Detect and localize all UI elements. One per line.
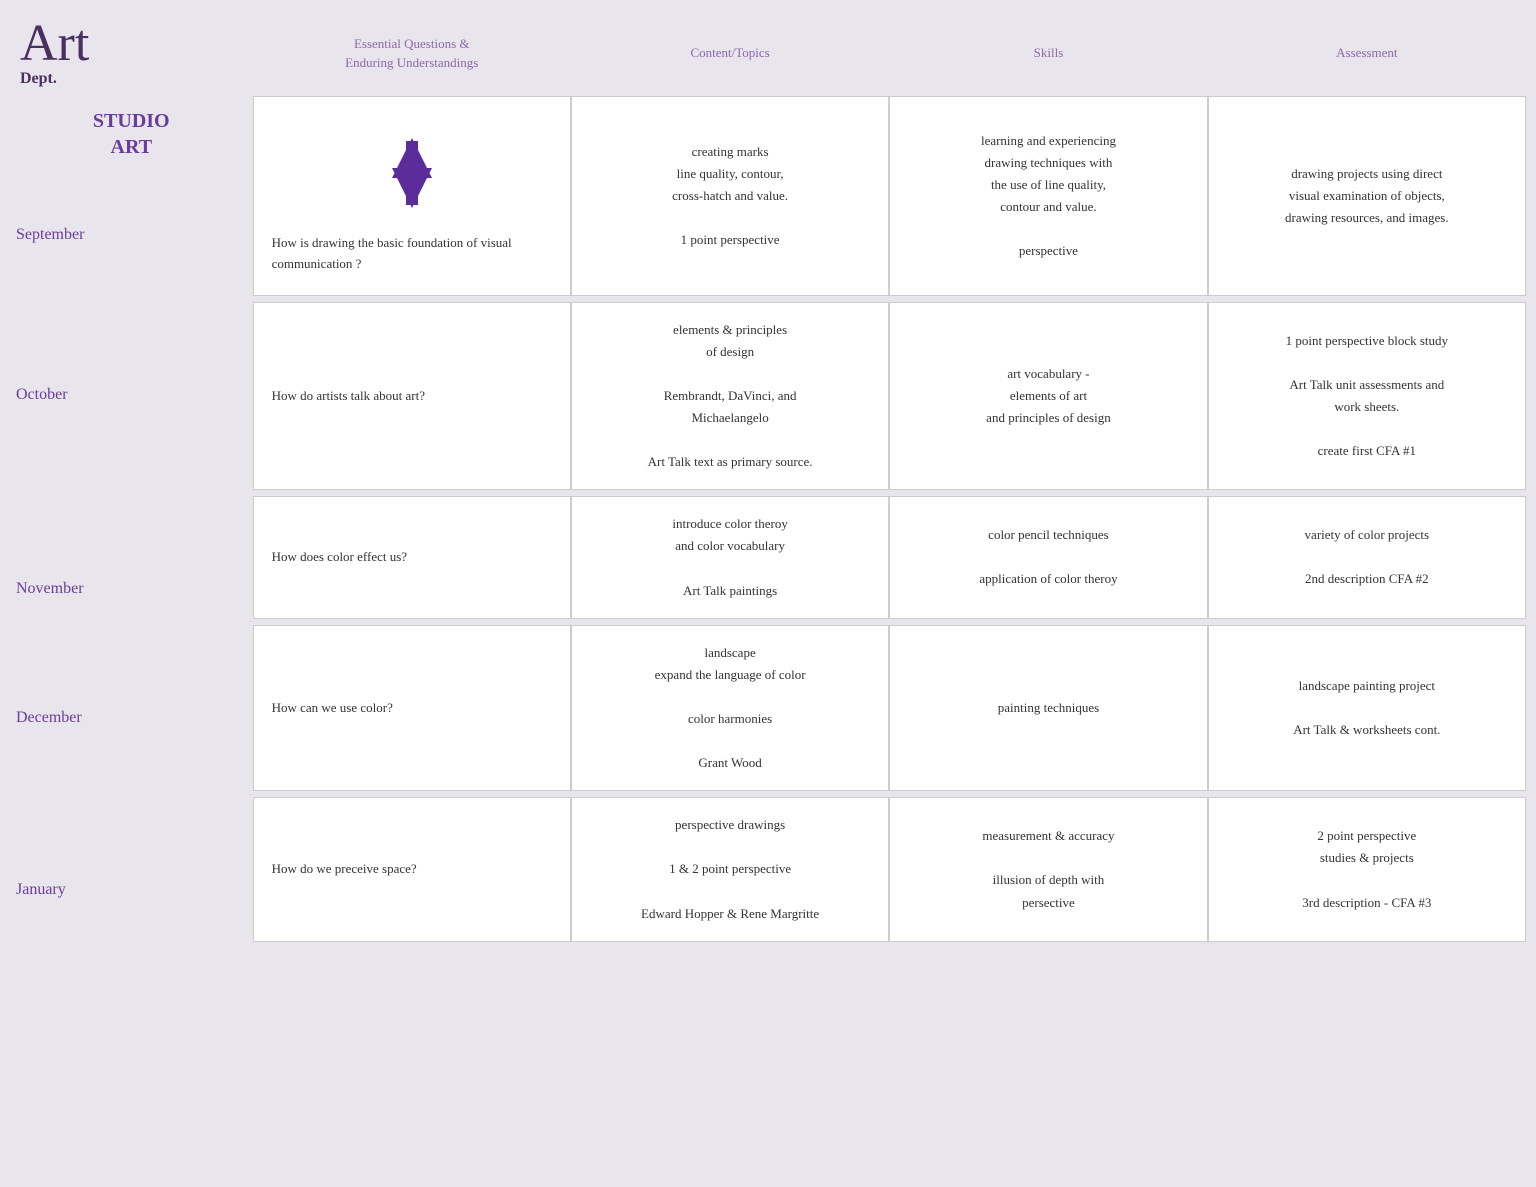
side-cell: STUDIO ART September [10,96,253,296]
content-text: creating marks line quality, contour, cr… [586,141,874,251]
assessment-text: variety of color projects 2nd descriptio… [1223,524,1511,590]
col3-label: Skills [1034,45,1064,60]
assessment-text: drawing projects using direct visual exa… [1223,163,1511,229]
assessment-text: landscape painting project Art Talk & wo… [1223,675,1511,741]
curriculum-row: December How can we use color? landscape e… [10,625,1526,792]
content-cell: landscape expand the language of color c… [571,625,889,792]
studio-art-label: STUDIO ART [16,100,247,166]
content-cell: elements & principles of design Rembrand… [571,302,889,491]
side-cell: October [10,302,253,491]
art-dept-header: Art Dept. [10,10,253,96]
eq-text: How is drawing the basic foundation of v… [272,233,552,275]
eq-cell: How do artists talk about art? [253,302,571,491]
col1-header: Essential Questions &Enduring Understand… [253,10,571,96]
content-text: perspective drawings 1 & 2 point perspec… [586,814,874,924]
eq-text: How does color effect us? [272,547,552,568]
page: Art Dept. Essential Questions &Enduring … [0,0,1536,1187]
skills-cell: art vocabulary - elements of art and pri… [889,302,1207,491]
curriculum-row: November How does color effect us? introdu… [10,496,1526,618]
curriculum-table: Art Dept. Essential Questions &Enduring … [10,10,1526,942]
eq-cell: How can we use color? [253,625,571,792]
month-label: October [16,386,247,412]
month-label: December [16,709,247,735]
month-label: November [16,580,247,606]
assessment-cell: 1 point perspective block study Art Talk… [1208,302,1526,491]
eq-cell: How does color effect us? [253,496,571,618]
col4-label: Assessment [1336,45,1397,60]
skills-text: learning and experiencing drawing techni… [904,130,1192,263]
content-text: landscape expand the language of color c… [586,642,874,775]
side-cell: November [10,496,253,618]
col4-header: Assessment [1208,10,1526,96]
assessment-text: 2 point perspective studies & projects 3… [1223,825,1511,913]
skills-text: art vocabulary - elements of art and pri… [904,363,1192,429]
eq-cell: How is drawing the basic foundation of v… [253,96,571,296]
assessment-text: 1 point perspective block study Art Talk… [1223,330,1511,463]
month-label: January [16,881,247,907]
content-cell: introduce color theroy and color vocabul… [571,496,889,618]
side-cell: December [10,625,253,792]
col2-label: Content/Topics [690,45,769,60]
curriculum-row: January How do we preceive space? perspect… [10,797,1526,941]
skills-cell: learning and experiencing drawing techni… [889,96,1207,296]
skills-cell: measurement & accuracy illusion of depth… [889,797,1207,941]
skills-text: color pencil techniques application of c… [904,524,1192,590]
header-row: Art Dept. Essential Questions &Enduring … [10,10,1526,96]
assessment-cell: drawing projects using direct visual exa… [1208,96,1526,296]
eq-text: How do we preceive space? [272,859,552,880]
col2-header: Content/Topics [571,10,889,96]
skills-cell: color pencil techniques application of c… [889,496,1207,618]
curriculum-row: STUDIO ART September How is drawing the b… [10,96,1526,296]
content-text: elements & principles of design Rembrand… [586,319,874,474]
side-cell: January [10,797,253,941]
curriculum-row: October How do artists talk about art? ele… [10,302,1526,491]
skills-text: painting techniques [904,697,1192,719]
content-cell: perspective drawings 1 & 2 point perspec… [571,797,889,941]
assessment-cell: variety of color projects 2nd descriptio… [1208,496,1526,618]
assessment-cell: landscape painting project Art Talk & wo… [1208,625,1526,792]
month-label: September [16,226,247,252]
art-title: Art [20,18,243,70]
assessment-cell: 2 point perspective studies & projects 3… [1208,797,1526,941]
content-cell: creating marks line quality, contour, cr… [571,96,889,296]
skills-text: measurement & accuracy illusion of depth… [904,825,1192,913]
arrows-icon [382,123,442,223]
skills-cell: painting techniques [889,625,1207,792]
eq-text: How can we use color? [272,698,552,719]
content-text: introduce color theroy and color vocabul… [586,513,874,601]
col3-header: Skills [889,10,1207,96]
col1-label: Essential Questions &Enduring Understand… [345,36,478,71]
dept-label: Dept. [20,70,243,88]
eq-text: How do artists talk about art? [272,386,552,407]
eq-cell: How do we preceive space? [253,797,571,941]
